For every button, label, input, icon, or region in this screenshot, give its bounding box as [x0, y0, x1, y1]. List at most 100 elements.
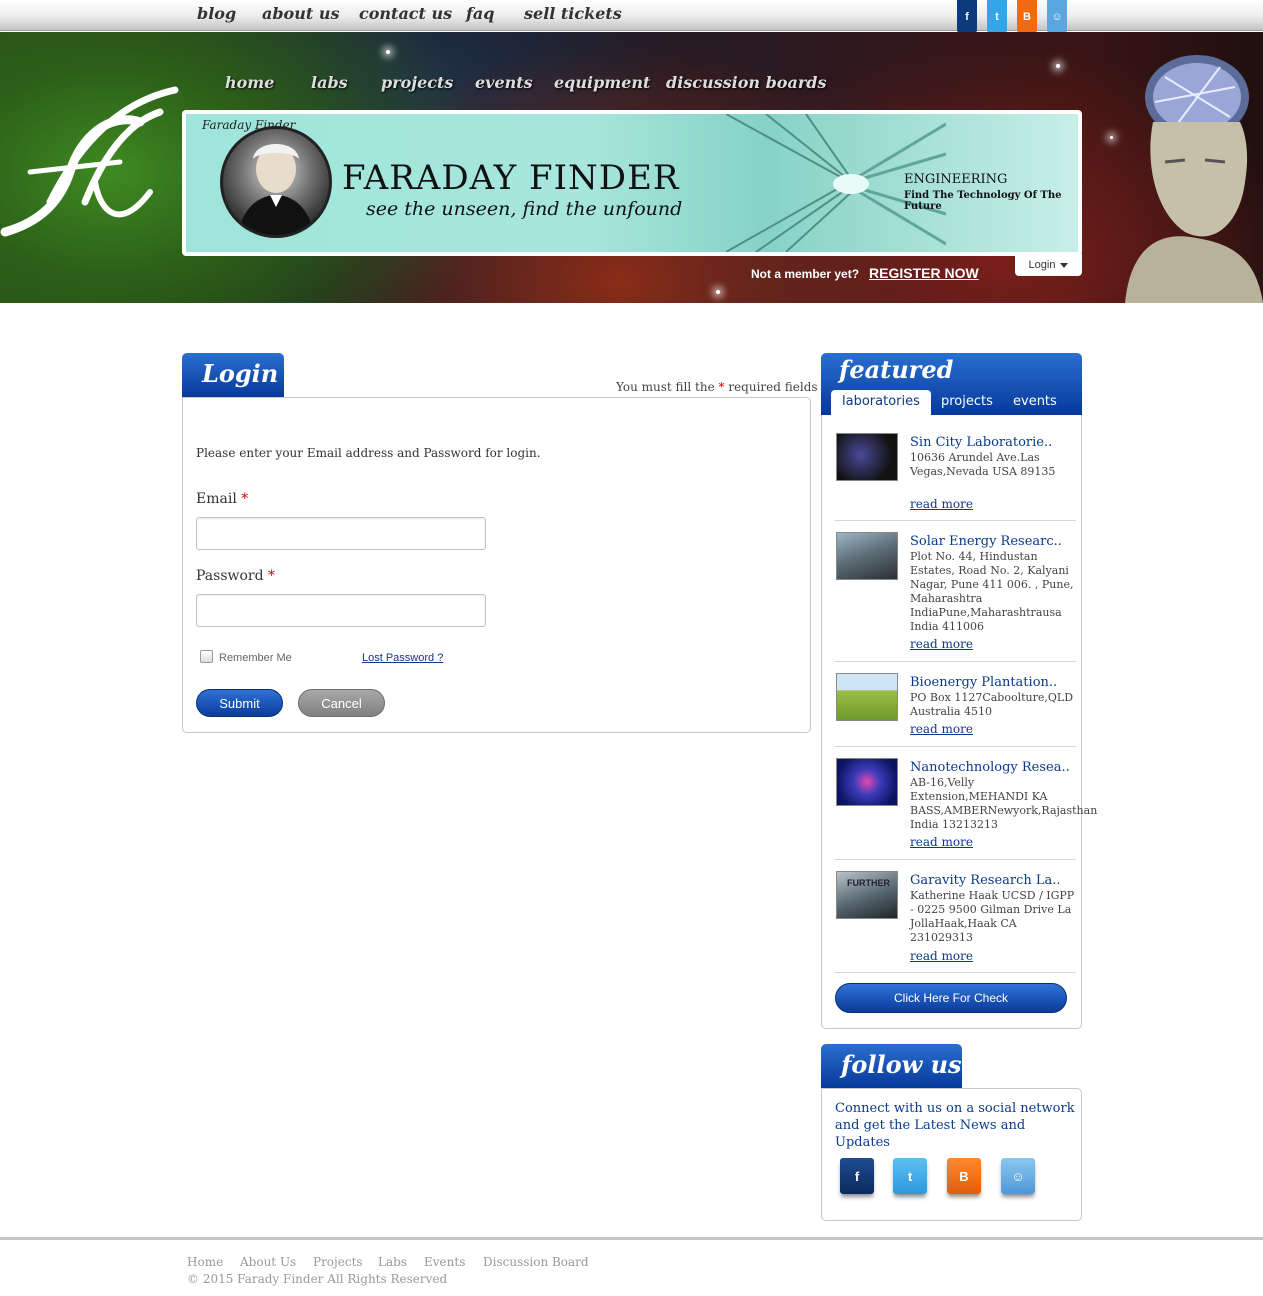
tab-events[interactable]: events	[1013, 390, 1057, 415]
lab-address: AB-16,Velly Extension,MEHANDI KA BASS,AM…	[910, 776, 1098, 831]
footer-link-about-us[interactable]: About Us	[240, 1255, 296, 1269]
nav-discussion-boards[interactable]: discussion boards	[666, 73, 826, 92]
caret-down-icon	[1060, 262, 1069, 268]
follow-us-heading: follow us	[821, 1044, 962, 1088]
email-label: Email *	[196, 491, 248, 507]
password-label-text: Password	[196, 568, 264, 584]
footer-link-home[interactable]: Home	[187, 1255, 223, 1269]
facebook-icon[interactable]: f	[840, 1158, 874, 1194]
list-item: FURTHER Garavity Research La.. Katherine…	[835, 871, 1076, 973]
lab-address: Plot No. 44, Hindustan Estates, Road No.…	[910, 550, 1074, 633]
password-field[interactable]	[196, 594, 486, 627]
copyright-text: © 2015 Farady Finder All Rights Reserved	[187, 1272, 448, 1286]
top-link-contact-us[interactable]: contact us	[359, 4, 452, 23]
twitter-icon[interactable]: t	[893, 1158, 927, 1194]
follow-us-text: Connect with us on a social network and …	[835, 1101, 1075, 1150]
facebook-icon[interactable]: f	[957, 0, 977, 33]
top-link-blog[interactable]: blog	[197, 4, 236, 23]
footer-divider	[0, 1237, 1263, 1240]
reddit-icon[interactable]: ☺	[1001, 1158, 1035, 1194]
blogger-icon[interactable]: B	[1017, 0, 1037, 33]
banner-tagline: see the unseen, find the unfound	[366, 198, 683, 220]
nav-events[interactable]: events	[475, 73, 533, 92]
footer-link-events[interactable]: Events	[424, 1255, 465, 1269]
read-more-link[interactable]: read more	[910, 949, 973, 963]
lab-thumbnail[interactable]	[836, 673, 898, 721]
banner-image: Faraday Finder FARADAY FINDER see the un…	[186, 114, 1078, 252]
list-item: Nanotechnology Resea.. AB-16,Velly Exten…	[835, 758, 1097, 860]
required-note-prefix: You must fill the	[616, 380, 719, 394]
password-label: Password *	[196, 568, 275, 584]
read-more-link[interactable]: read more	[910, 722, 973, 736]
star-decoration	[1056, 64, 1060, 68]
top-link-sell-tickets[interactable]: sell tickets	[524, 4, 622, 23]
lost-password-link[interactable]: Lost Password ?	[362, 652, 443, 664]
top-link-faq[interactable]: faq	[466, 4, 494, 23]
read-more-link[interactable]: read more	[910, 835, 973, 849]
click-here-for-check-button[interactable]: Click Here For Check	[835, 983, 1067, 1013]
banner-side-subtitle: Find The Technology Of The Future	[904, 190, 1062, 212]
login-dropdown[interactable]: Login	[1015, 254, 1082, 276]
email-field[interactable]	[196, 517, 486, 550]
lab-thumbnail[interactable]	[836, 532, 898, 580]
tab-laboratories[interactable]: laboratories	[831, 390, 931, 415]
banner-title: FARADAY FINDER	[342, 158, 680, 198]
brain-head-illustration	[1125, 55, 1263, 303]
site-banner: Faraday Finder FARADAY FINDER see the un…	[182, 110, 1082, 256]
required-note-suffix: required fields	[724, 380, 818, 394]
read-more-link[interactable]: read more	[910, 637, 973, 651]
submit-button[interactable]: Submit	[196, 689, 283, 717]
banner-ring-text: Faraday Finder	[202, 118, 296, 132]
list-item: Bioenergy Plantation.. PO Box 1127Cabool…	[835, 673, 1076, 747]
reddit-icon[interactable]: ☺	[1047, 0, 1067, 33]
star-decoration	[716, 290, 720, 294]
site-header: home labs projects events equipment disc…	[0, 32, 1263, 303]
lab-title[interactable]: Garavity Research La..	[910, 873, 1061, 888]
remember-me-checkbox[interactable]	[200, 650, 213, 663]
lab-title[interactable]: Sin City Laboratorie..	[910, 435, 1052, 450]
featured-header: featured laboratories projects events	[821, 353, 1082, 415]
star-decoration	[386, 50, 390, 54]
lab-address: PO Box 1127Caboolture,QLD Australia 4510	[910, 691, 1074, 718]
login-heading: Login	[182, 353, 284, 397]
footer-link-projects[interactable]: Projects	[313, 1255, 363, 1269]
lab-title[interactable]: Bioenergy Plantation..	[910, 675, 1057, 690]
tab-projects[interactable]: projects	[941, 390, 993, 415]
lab-thumbnail[interactable]: FURTHER	[836, 871, 898, 919]
footer-link-discussion-board[interactable]: Discussion Board	[483, 1255, 589, 1269]
lab-address: Katherine Haak UCSD / IGPP - 0225 9500 G…	[910, 889, 1075, 944]
lab-address: 10636 Arundel Ave.Las Vegas,Nevada USA 8…	[910, 451, 1056, 478]
blogger-icon[interactable]: B	[947, 1158, 981, 1194]
list-item: Solar Energy Researc.. Plot No. 44, Hind…	[835, 532, 1076, 662]
cancel-button[interactable]: Cancel	[298, 689, 385, 717]
login-intro-text: Please enter your Email address and Pass…	[196, 446, 541, 460]
register-now-link[interactable]: REGISTER NOW	[869, 265, 979, 281]
cf-script-logo	[0, 86, 179, 237]
twitter-icon[interactable]: t	[987, 0, 1007, 33]
member-prompt: Not a member yet?	[751, 267, 860, 281]
password-required-marker: *	[268, 568, 276, 584]
lab-title[interactable]: Nanotechnology Resea..	[910, 760, 1070, 775]
star-decoration	[1110, 136, 1113, 139]
nav-labs[interactable]: labs	[311, 73, 348, 92]
email-required-marker: *	[241, 491, 249, 507]
lab-thumbnail[interactable]	[836, 433, 898, 481]
required-note: You must fill the * required fields	[616, 380, 818, 394]
top-bar: blog about us contact us faq sell ticket…	[0, 0, 1263, 33]
nav-equipment[interactable]: equipment	[554, 73, 650, 92]
faraday-portrait	[220, 126, 332, 238]
lab-thumbnail[interactable]	[836, 758, 898, 806]
list-item: Sin City Laboratorie.. 10636 Arundel Ave…	[835, 433, 1076, 521]
remember-me-label: Remember Me	[219, 652, 292, 664]
login-dropdown-label: Login	[1028, 259, 1056, 271]
top-link-about-us[interactable]: about us	[262, 4, 339, 23]
banner-side-title: ENGINEERING	[904, 172, 1008, 187]
thumbnail-caption: FURTHER	[847, 878, 890, 888]
read-more-link[interactable]: read more	[910, 497, 973, 511]
lab-title[interactable]: Solar Energy Researc..	[910, 534, 1062, 549]
email-label-text: Email	[196, 491, 237, 507]
featured-title: featured	[839, 355, 954, 384]
footer-link-labs[interactable]: Labs	[378, 1255, 407, 1269]
nav-projects[interactable]: projects	[381, 73, 453, 92]
nav-home[interactable]: home	[225, 73, 274, 92]
